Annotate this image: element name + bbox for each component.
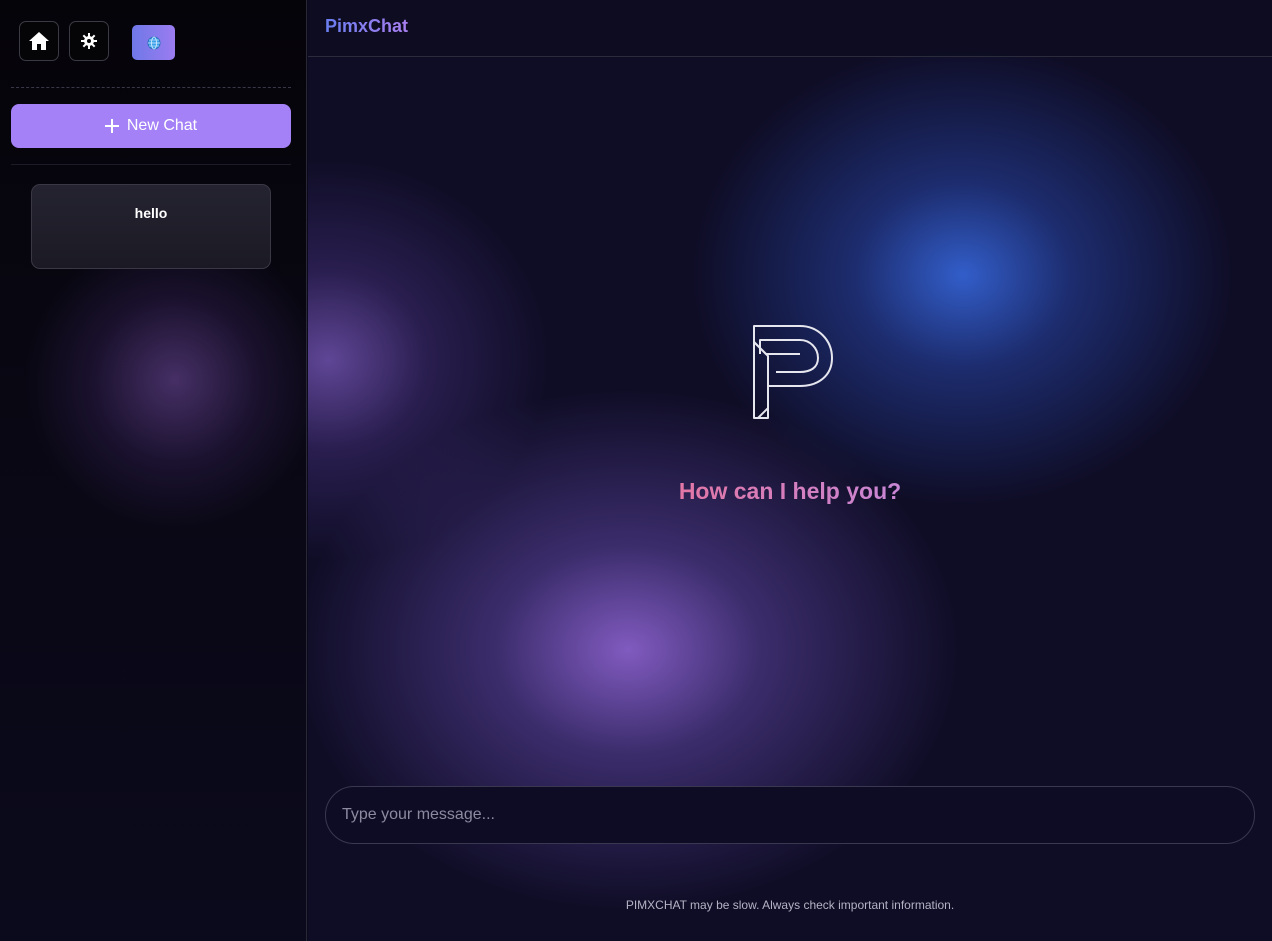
chat-history-item[interactable]: hello (31, 184, 271, 269)
greeting-heading: How can I help you? (308, 478, 1272, 505)
new-chat-label: New Chat (126, 117, 198, 134)
greeting-text: How can I help you? (678, 478, 902, 504)
chat-main-area: PimxChat How can I help you? PIMXCHAT ma… (308, 0, 1272, 941)
chat-history-title: hello (134, 205, 168, 221)
sidebar: New Chat hello (0, 0, 307, 941)
globe-icon (147, 36, 160, 49)
home-button[interactable] (19, 21, 59, 61)
top-bar: PimxChat (308, 0, 1272, 57)
app-title: PimxChat (325, 16, 409, 36)
new-chat-button[interactable]: New Chat (11, 104, 291, 148)
pimx-logo-icon (753, 325, 833, 419)
gear-icon (81, 33, 97, 49)
disclaimer-text: PIMXCHAT may be slow. Always check impor… (625, 898, 955, 912)
plus-icon (104, 119, 119, 133)
message-input[interactable] (325, 786, 1255, 844)
home-icon (29, 32, 49, 50)
sidebar-separator (11, 164, 291, 165)
app-window: New Chat hello PimxChat How can I help y… (0, 0, 1272, 941)
sidebar-divider (11, 87, 291, 88)
language-button[interactable] (132, 25, 175, 60)
settings-button[interactable] (69, 21, 109, 61)
